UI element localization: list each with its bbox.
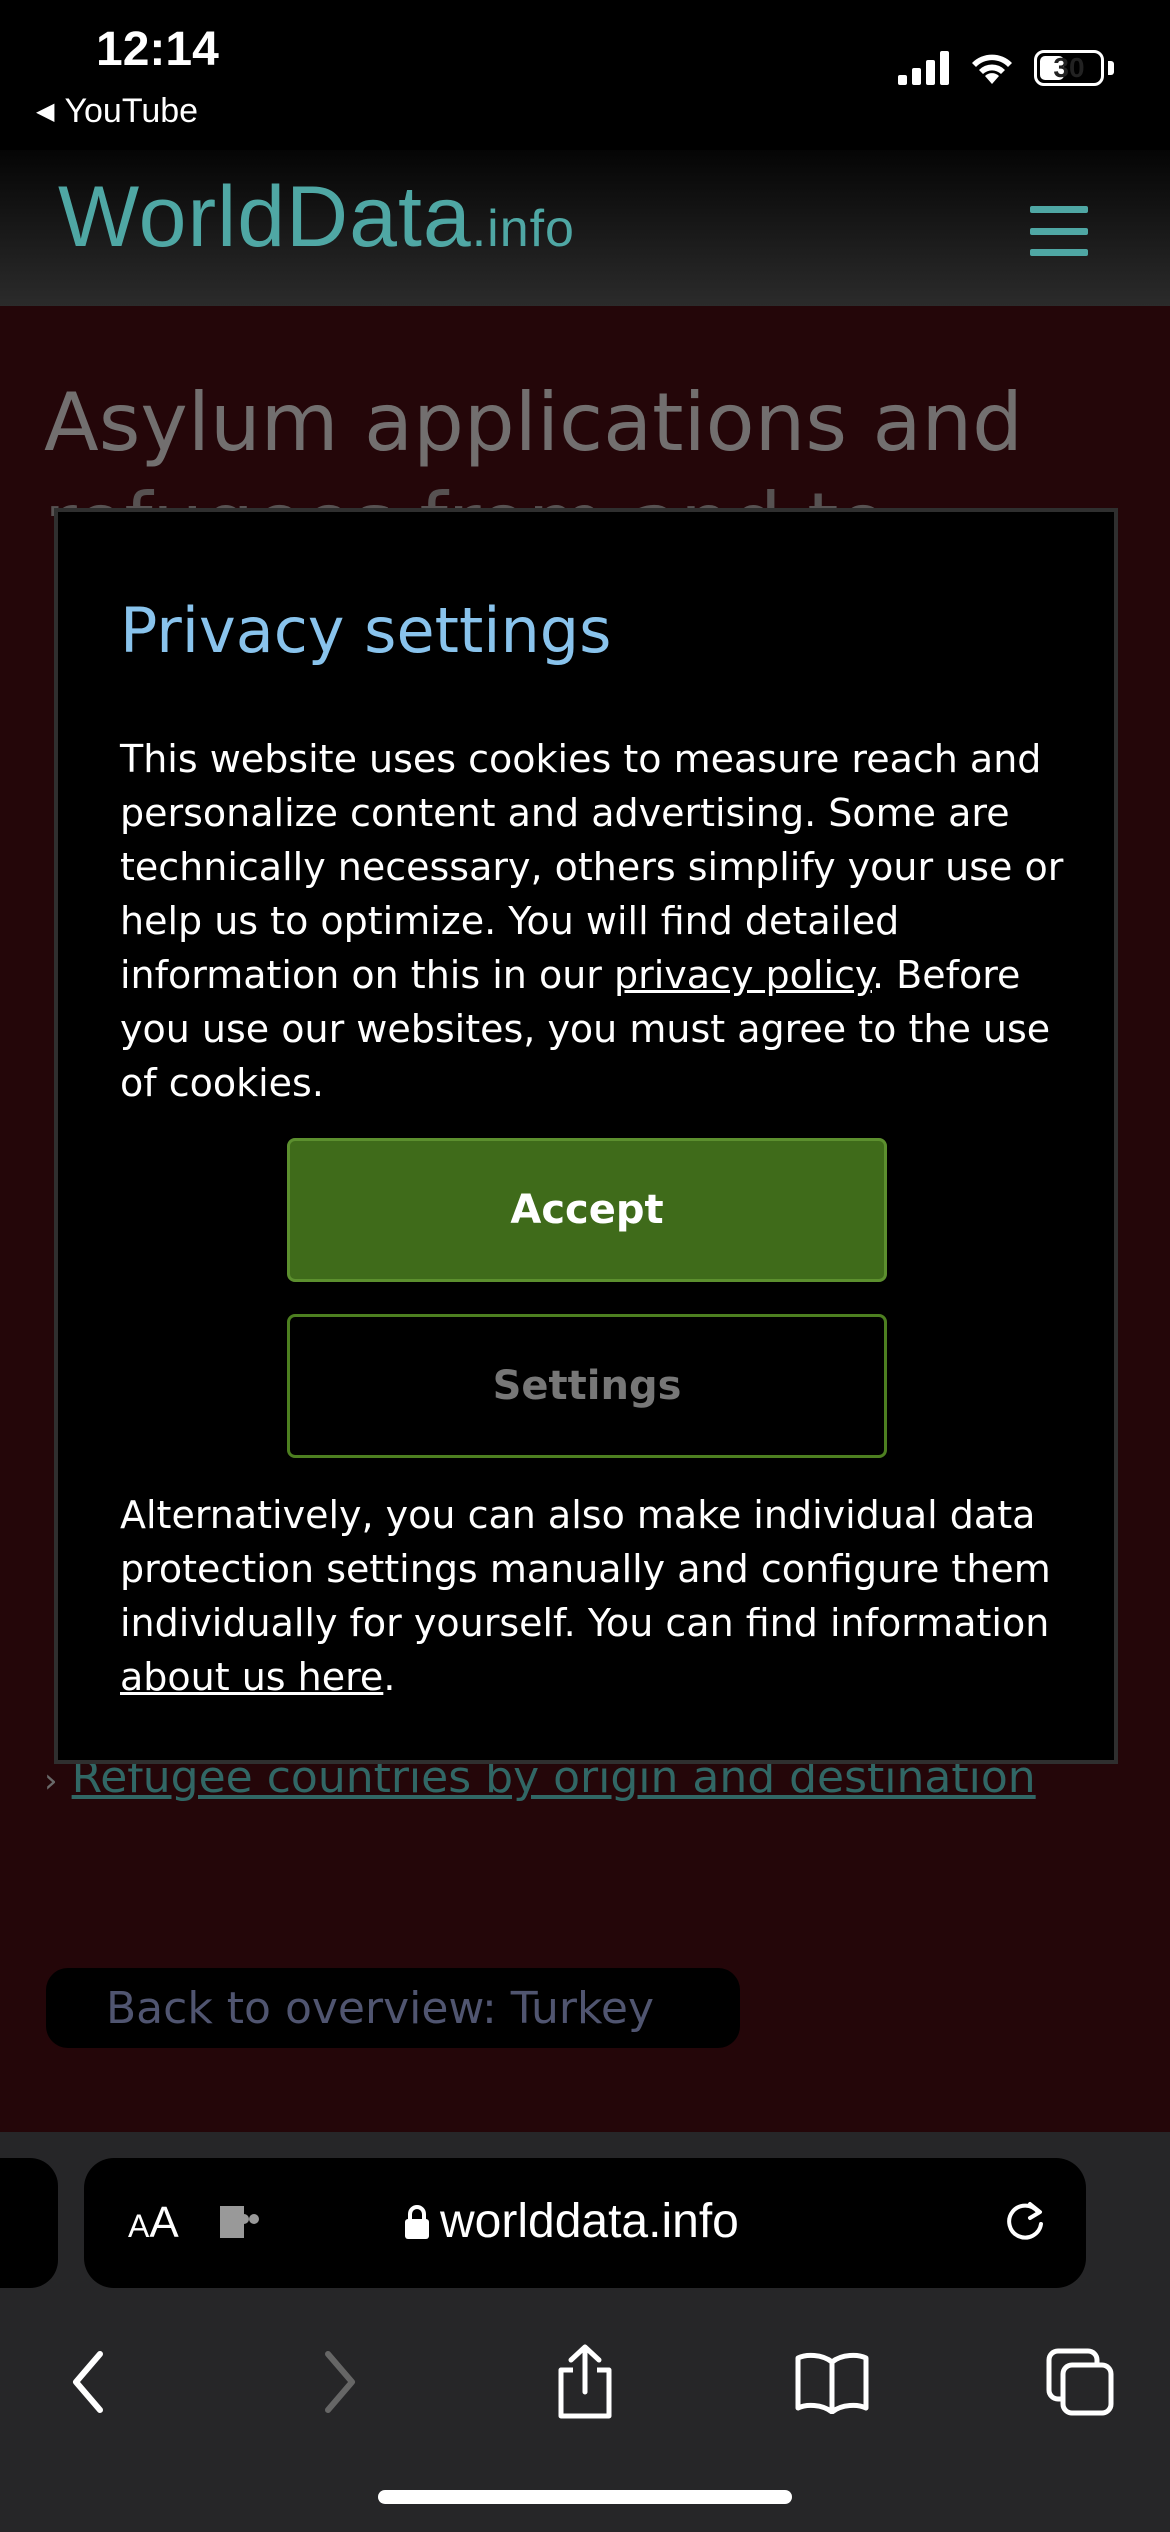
accept-button[interactable]: Accept [287, 1138, 887, 1282]
dialog-title: Privacy settings [120, 594, 612, 667]
battery-tip [1108, 61, 1114, 75]
reload-icon[interactable] [1000, 2198, 1050, 2248]
site-logo[interactable]: WorldData.info [58, 168, 575, 267]
lock-icon [405, 2204, 429, 2239]
tabs-icon[interactable] [1030, 2332, 1130, 2432]
wifi-icon [972, 54, 1012, 84]
forward-icon[interactable] [290, 2332, 390, 2432]
status-icons: 30 [898, 50, 1114, 86]
site-header: WorldData.info [0, 150, 1170, 306]
status-time: 12:14 [96, 23, 219, 76]
status-bar: 12:14 ◀ YouTube 30 [0, 0, 1170, 150]
privacy-policy-link[interactable]: privacy policy [614, 953, 872, 997]
battery-icon: 30 [1034, 50, 1104, 86]
browser-nav-row [0, 2332, 1170, 2452]
settings-button[interactable]: Settings [287, 1314, 887, 1458]
previous-tab-preview[interactable] [0, 2158, 58, 2288]
back-app-label: YouTube [64, 92, 199, 130]
back-triangle-icon: ◀ [36, 98, 55, 125]
back-icon[interactable] [38, 2332, 138, 2432]
bookmarks-icon[interactable] [782, 2332, 882, 2432]
reader-options-button[interactable]: AA [128, 2198, 179, 2248]
battery-level: 30 [1053, 52, 1085, 83]
cellular-signal-icon [898, 51, 949, 85]
about-us-link[interactable]: about us here [120, 1655, 383, 1699]
hamburger-menu-icon[interactable] [1030, 206, 1088, 256]
extension-icon[interactable] [216, 2202, 264, 2242]
address-bar[interactable]: AA worlddata.info [84, 2158, 1086, 2288]
dialog-intro-text: This website uses cookies to measure rea… [120, 737, 1064, 1105]
url-text: worlddata.info [440, 2195, 739, 2248]
privacy-settings-dialog: Privacy settings This website uses cooki… [54, 508, 1118, 1764]
browser-toolbar: AA worlddata.info [0, 2132, 1170, 2532]
dialog-alt-text: Alternatively, you can also make individ… [120, 1493, 1051, 1699]
back-to-app-button[interactable]: ◀ YouTube [36, 92, 198, 131]
url-display[interactable]: worlddata.info [404, 2194, 739, 2249]
share-icon[interactable] [535, 2332, 635, 2432]
home-indicator[interactable] [378, 2490, 792, 2504]
